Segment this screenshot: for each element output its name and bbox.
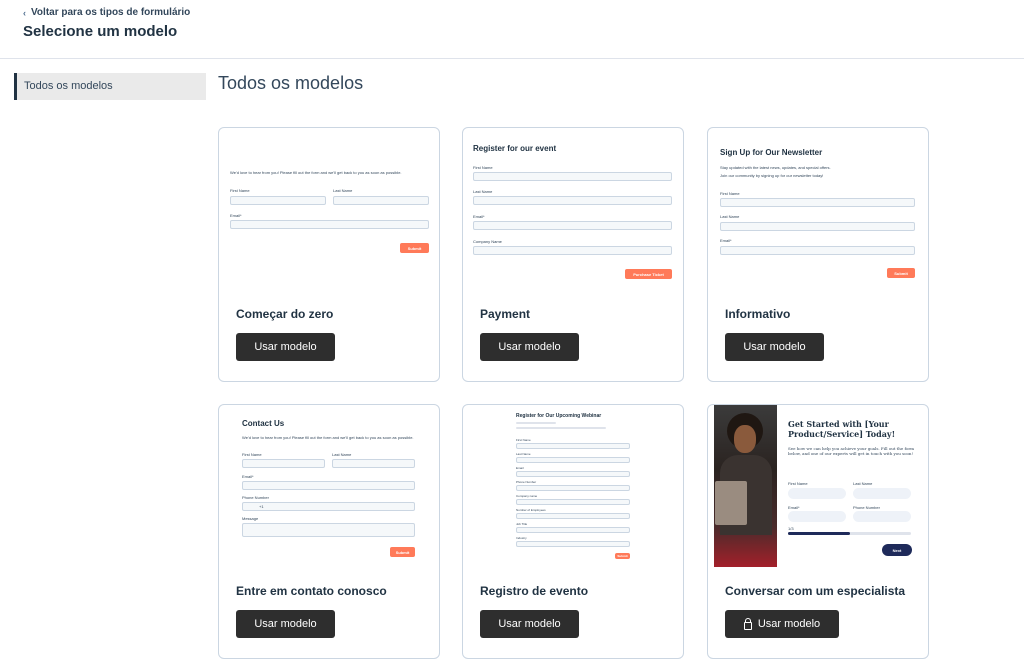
back-link-label: Voltar para os tipos de formulário xyxy=(31,7,191,18)
chevron-left-icon: ‹ xyxy=(23,7,26,18)
section-title: Todos os modelos xyxy=(218,73,364,93)
progress-bar xyxy=(788,532,911,535)
use-template-button[interactable]: Usar modelo xyxy=(725,333,824,361)
card-name: Payment xyxy=(480,307,531,321)
woman-on-phone-photo xyxy=(714,405,777,567)
use-template-button[interactable]: Usar modelo xyxy=(236,333,335,361)
template-card-event-registration[interactable]: Register for Our Upcoming Webinar First … xyxy=(462,404,684,659)
template-card-talk-to-specialist[interactable]: Get Started with [Your Product/Service] … xyxy=(707,404,929,659)
use-template-label: Usar modelo xyxy=(757,618,821,630)
sidebar-item-all-templates[interactable]: Todos os modelos xyxy=(14,73,206,100)
template-card-contact-us[interactable]: Contact Us We'd love to hear from you! P… xyxy=(218,404,440,659)
card-name: Informativo xyxy=(725,307,791,321)
template-preview: Sign Up for Our Newsletter Stay updated … xyxy=(708,128,928,298)
template-card-start-from-scratch[interactable]: We'd love to hear from you! Please fill … xyxy=(218,127,440,382)
template-card-newsletter[interactable]: Sign Up for Our Newsletter Stay updated … xyxy=(707,127,929,382)
page-title: Selecione um modelo xyxy=(23,23,178,40)
card-name: Começar do zero xyxy=(236,307,334,321)
template-preview: Register for Our Upcoming Webinar First … xyxy=(463,405,683,575)
template-card-payment[interactable]: Register for our event First Name Last N… xyxy=(462,127,684,382)
back-link[interactable]: ‹ Voltar para os tipos de formulário xyxy=(23,7,190,18)
progress-bar-fill xyxy=(788,532,850,535)
template-preview: Register for our event First Name Last N… xyxy=(463,128,683,298)
page-header: ‹ Voltar para os tipos de formulário Sel… xyxy=(0,0,1024,59)
use-template-button[interactable]: Usar modelo xyxy=(236,610,335,638)
lock-icon xyxy=(743,617,752,630)
use-template-button[interactable]: Usar modelo xyxy=(725,610,839,638)
card-name: Entre em contato conosco xyxy=(236,584,387,598)
use-template-button[interactable]: Usar modelo xyxy=(480,610,579,638)
template-preview: We'd love to hear from you! Please fill … xyxy=(219,128,439,298)
card-name: Registro de evento xyxy=(480,584,589,598)
card-name: Conversar com um especialista xyxy=(725,584,906,598)
template-preview: Get Started with [Your Product/Service] … xyxy=(708,405,928,575)
template-preview: Contact Us We'd love to hear from you! P… xyxy=(219,405,439,575)
use-template-button[interactable]: Usar modelo xyxy=(480,333,579,361)
